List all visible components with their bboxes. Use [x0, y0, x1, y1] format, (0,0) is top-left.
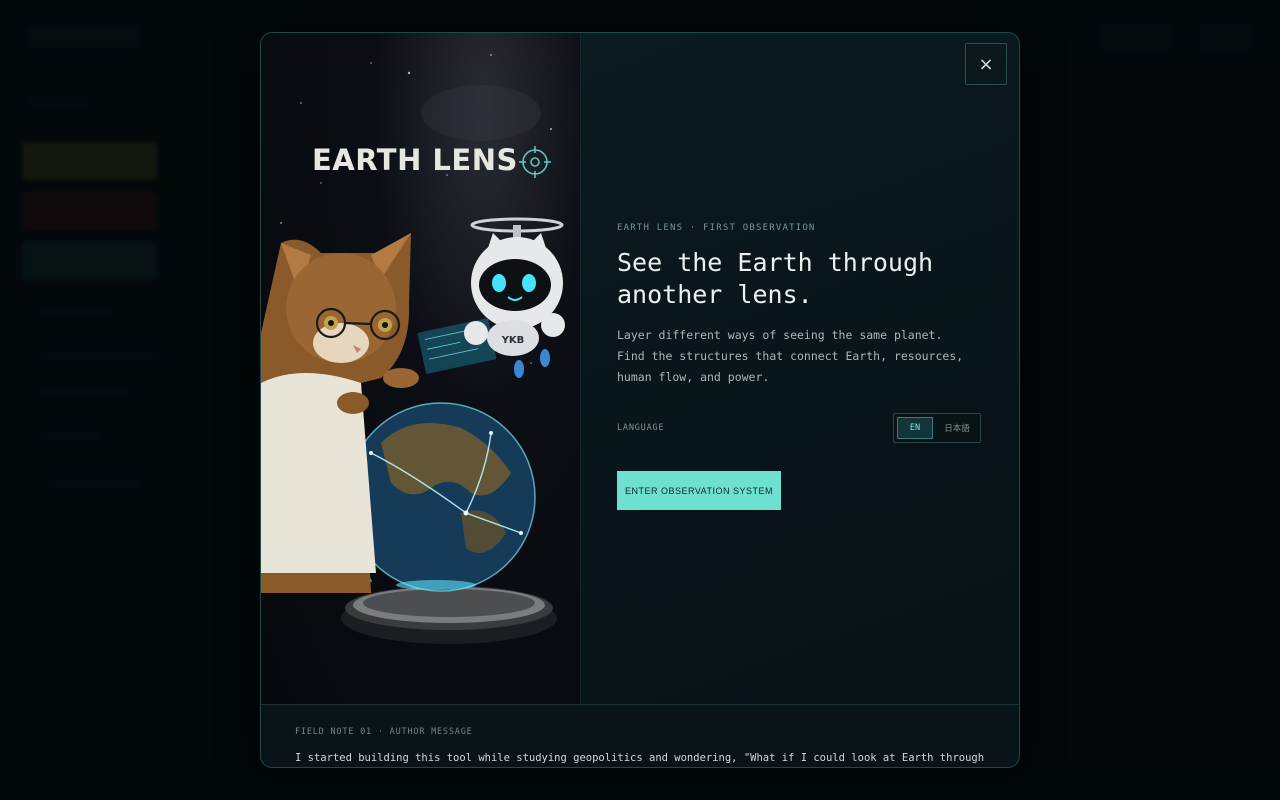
field-note-label: FIELD NOTE 01 · AUTHOR MESSAGE: [295, 727, 473, 737]
enter-observation-button[interactable]: ENTER OBSERVATION SYSTEM: [617, 471, 781, 510]
welcome-modal: YKB EARTH LENS × EARTH LENS · FIRST OBSE…: [260, 32, 1020, 768]
modal-headline: See the Earth through another lens.: [617, 248, 934, 309]
field-note-text: I started building this tool while study…: [295, 752, 985, 764]
language-selector: LANGUAGE EN 日本語: [617, 413, 981, 443]
hero-artwork: YKB: [261, 54, 565, 644]
language-option-ja[interactable]: 日本語: [940, 417, 974, 439]
field-note: FIELD NOTE 01 · AUTHOR MESSAGE I started…: [261, 704, 1019, 767]
close-button[interactable]: ×: [965, 43, 1007, 85]
hero-illustration: YKB EARTH LENS: [261, 33, 581, 704]
intro-content: EARTH LENS · FIRST OBSERVATION See the E…: [617, 223, 987, 510]
language-label: LANGUAGE: [617, 423, 665, 433]
language-toggle: EN 日本語: [893, 413, 981, 443]
language-option-en[interactable]: EN: [897, 417, 933, 439]
robot-badge-text: YKB: [501, 335, 525, 346]
eyebrow-label: EARTH LENS · FIRST OBSERVATION: [617, 223, 816, 233]
modal-description: Layer different ways of seeing the same …: [617, 328, 964, 384]
brand-logo: EARTH LENS: [312, 143, 518, 177]
